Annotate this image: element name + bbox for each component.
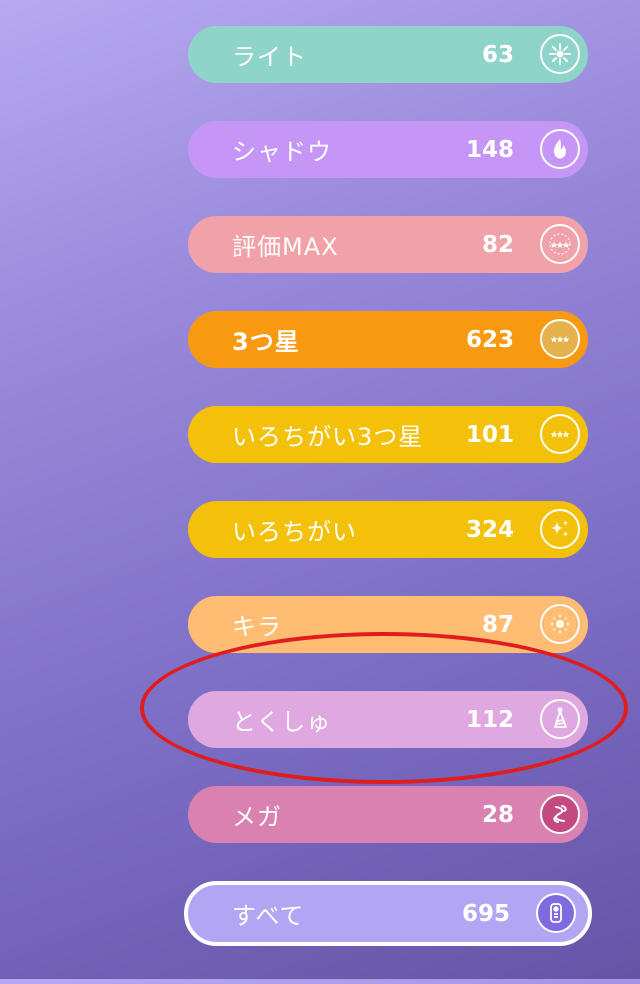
filter-special[interactable]: とくしゅ 112 xyxy=(188,691,588,748)
filter-count: 324 xyxy=(465,516,514,543)
filter-count: 82 xyxy=(481,231,514,258)
filter-label: すべて xyxy=(232,902,305,930)
pokedex-icon xyxy=(536,893,576,933)
filter-label: とくしゅ xyxy=(232,708,332,736)
filter-count: 87 xyxy=(481,611,514,638)
shiny-sparkles-icon xyxy=(540,509,580,549)
three-stars-icon xyxy=(540,414,580,454)
filter-light[interactable]: ライト 63 xyxy=(188,26,588,83)
filter-count: 112 xyxy=(465,706,514,733)
filter-label: いろちがい xyxy=(232,518,357,546)
filter-label: いろちがい3つ星 xyxy=(232,423,424,451)
filter-shadow[interactable]: シャドウ 148 xyxy=(188,121,588,178)
filter-count: 101 xyxy=(465,421,514,448)
filter-label: キラ xyxy=(232,613,282,641)
filter-label: ライト xyxy=(232,43,307,71)
sparkle-burst-icon xyxy=(540,34,580,74)
filter-count: 63 xyxy=(481,41,514,68)
lucky-sparkle-icon xyxy=(540,604,580,644)
filter-count: 623 xyxy=(465,326,514,353)
filter-three-star[interactable]: 3つ星 623 xyxy=(188,311,588,368)
filter-mega[interactable]: メガ 28 xyxy=(188,786,588,843)
three-stars-icon xyxy=(540,319,580,359)
filter-label: メガ xyxy=(232,803,282,831)
filter-label: 評価MAX xyxy=(232,233,339,261)
filter-all[interactable]: すべて 695 xyxy=(184,881,592,946)
three-stars-ring-icon xyxy=(540,224,580,264)
filter-max-appraisal[interactable]: 評価MAX 82 xyxy=(188,216,588,273)
shadow-flame-icon xyxy=(540,129,580,169)
filter-list: ライト 63 シャドウ 148 評価MAX 82 3つ星 623 いろちがい3つ… xyxy=(184,26,592,984)
party-hat-icon xyxy=(540,699,580,739)
filter-label: 3つ星 xyxy=(232,328,300,356)
mega-evolution-icon xyxy=(540,794,580,834)
filter-lucky[interactable]: キラ 87 xyxy=(188,596,588,653)
filter-count: 695 xyxy=(461,900,510,927)
filter-shiny[interactable]: いろちがい 324 xyxy=(188,501,588,558)
filter-shiny-three-star[interactable]: いろちがい3つ星 101 xyxy=(188,406,588,463)
filter-count: 28 xyxy=(481,801,514,828)
filter-count: 148 xyxy=(465,136,514,163)
filter-label: シャドウ xyxy=(232,138,332,166)
